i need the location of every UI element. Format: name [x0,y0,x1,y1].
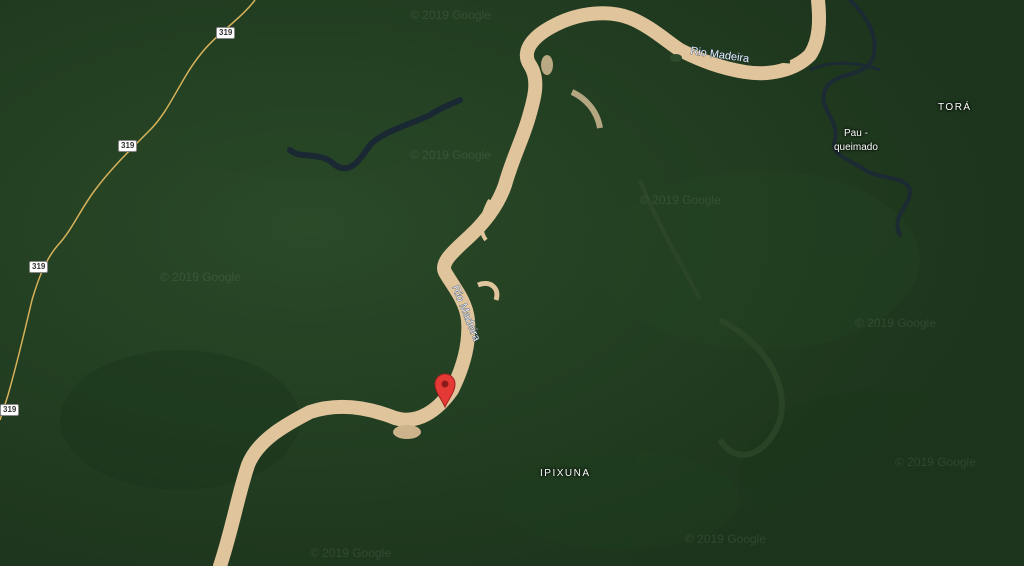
watermark-2: © 2019 Google [410,148,491,162]
road-shield: 319 [118,140,138,152]
watermark-6: © 2019 Google [895,455,976,469]
place-label-tora: TORÁ [938,102,972,113]
watermark-7: © 2019 Google [685,532,766,546]
road-shield: 319 [29,261,49,273]
watermark-3: © 2019 Google [160,270,241,284]
road-shield: 319 [216,27,236,39]
map-pin-icon [434,373,456,409]
place-label-ipixuna: IPIXUNA [540,468,591,479]
watermark-4: © 2019 Google [640,193,721,207]
watermark-1: © 2019 Google [410,8,491,22]
watermark-5: © 2019 Google [855,316,936,330]
satellite-map[interactable]: Rio Madeira Rio Madeira © 2019 Google © … [0,0,1024,566]
road-shield: 319 [0,404,20,416]
location-marker[interactable] [433,372,457,409]
poi-label-pau-queimado: Pau - queimado [834,128,878,153]
watermark-8: © 2019 Google [310,546,391,560]
map-terrain: Rio Madeira Rio Madeira [0,0,1024,566]
